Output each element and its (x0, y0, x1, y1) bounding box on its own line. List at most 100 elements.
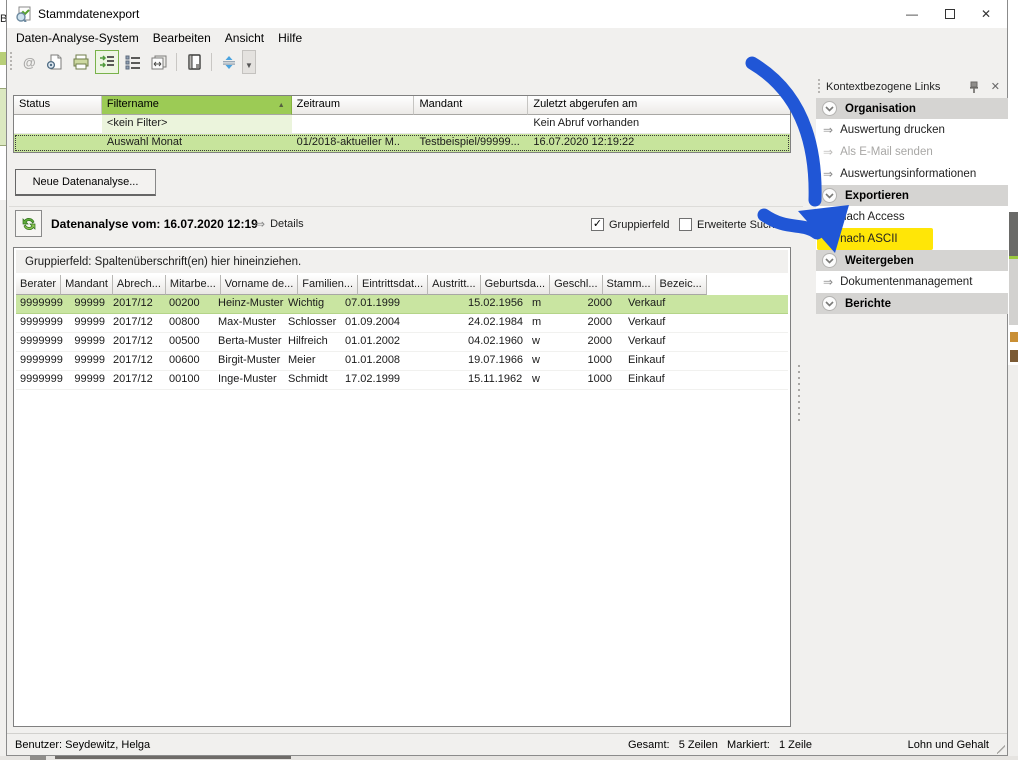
result-table-body: 9999999 99999 2017/12 00200 Heinz-Muster… (16, 295, 788, 390)
collapse-rows-icon[interactable] (217, 50, 241, 74)
table-row[interactable]: 9999999 99999 2017/12 00500 Berta-Muster… (16, 333, 788, 352)
maximize-button[interactable] (933, 0, 967, 28)
menu-ansicht[interactable]: Ansicht (218, 29, 271, 47)
link-arrow-icon: ⇒ (823, 145, 833, 159)
background-fragment (1010, 350, 1018, 362)
details-list-icon[interactable] (95, 50, 119, 74)
table-row[interactable]: 9999999 99999 2017/12 00600 Birgit-Muste… (16, 352, 788, 371)
table-row[interactable]: 9999999 99999 2017/12 00800 Max-Muster S… (16, 314, 788, 333)
table-row[interactable]: 9999999 99999 2017/12 00100 Inge-Muster … (16, 371, 788, 390)
overflow-caret: ▼ (245, 61, 253, 70)
pin-icon[interactable] (968, 80, 980, 94)
app-window: Stammdatenexport — ✕ Daten-Analyse-Syste… (6, 0, 1008, 756)
splitter-handle[interactable] (798, 365, 801, 421)
background-strip-bottom (0, 756, 1018, 760)
sidebar-title: Kontextbezogene Links (826, 81, 940, 93)
filter-row-auswahl-monat[interactable]: Auswahl Monat 01/2018-aktueller M.. Test… (14, 134, 790, 152)
link-arrow-icon: ⇒ (823, 167, 833, 181)
status-module: Lohn und Gehalt (908, 739, 989, 751)
section-weitergeben[interactable]: Weitergeben (816, 250, 1008, 271)
result-table: BeraterMandantAbrech...Mitarbe...Vorname… (16, 275, 788, 390)
link-auswertungsinformationen[interactable]: ⇒ Auswertungsinformationen (816, 163, 1008, 185)
group-by-bar[interactable]: Gruppierfeld: Spaltenüberschrift(en) hie… (16, 250, 788, 273)
link-arrow-icon: ⇒ (255, 217, 265, 231)
link-dokumentenmanagement[interactable]: ⇒ Dokumentenmanagement (816, 271, 1008, 293)
result-column-header[interactable]: Familien... (298, 275, 358, 295)
refresh-button[interactable] (15, 210, 42, 237)
titlebar: Stammdatenexport — ✕ (7, 0, 1007, 28)
menu-hilfe[interactable]: Hilfe (271, 29, 309, 47)
background-fragment (55, 756, 291, 759)
chevron-down-icon (822, 188, 837, 203)
notes-icon[interactable] (182, 50, 206, 74)
menu-bearbeiten[interactable]: Bearbeiten (146, 29, 218, 47)
statusbar: Benutzer: Seydewitz, Helga Gesamt: 5 Zei… (7, 733, 1007, 755)
table-row[interactable]: 9999999 99999 2017/12 00200 Heinz-Muster… (16, 295, 788, 314)
status-user: Benutzer: Seydewitz, Helga (15, 739, 150, 751)
checkbox-unchecked-icon (679, 218, 692, 231)
overflow-icon[interactable]: ▼ (242, 50, 256, 74)
app-icon (16, 6, 32, 22)
background-fragment (1008, 365, 1018, 760)
link-nach-access[interactable]: ⇒ nach Access (816, 206, 1008, 228)
column-header-status[interactable]: Status (14, 96, 102, 115)
link-arrow-icon: ⇒ (823, 123, 833, 137)
details-link[interactable]: ⇒ Details (255, 217, 304, 231)
result-column-header[interactable]: Berater (16, 275, 61, 295)
link-auswertung-drucken[interactable]: ⇒ Auswertung drucken (816, 119, 1008, 141)
result-column-header[interactable]: Eintrittsdat... (358, 275, 428, 295)
column-header-zuletzt-abgerufen[interactable]: Zuletzt abgerufen am (528, 96, 790, 115)
sidebar-header: Kontextbezogene Links ✕ (816, 76, 1008, 98)
list-icon[interactable] (121, 50, 145, 74)
column-header-zeitraum[interactable]: Zeitraum (292, 96, 415, 115)
link-nach-ascii[interactable]: ⇒ nach ASCII (816, 228, 1008, 250)
result-table-header: BeraterMandantAbrech...Mitarbe...Vorname… (16, 275, 788, 295)
refresh-icon (20, 215, 38, 233)
section-organisation[interactable]: Organisation (816, 98, 1008, 119)
background-fragment (1010, 332, 1018, 342)
section-berichte[interactable]: Berichte (816, 293, 1008, 314)
maximize-icon (945, 9, 955, 19)
result-column-header[interactable]: Bezeic... (656, 275, 707, 295)
sidebar-close-icon[interactable]: ✕ (991, 80, 1000, 93)
result-column-header[interactable]: Stamm... (603, 275, 656, 295)
result-column-header[interactable]: Vorname de... (221, 275, 299, 295)
new-analysis-button[interactable]: Neue Datenanalyse... (15, 169, 156, 196)
svg-text:@: @ (23, 55, 36, 70)
column-header-filtername[interactable]: Filtername ▲ (102, 96, 292, 115)
section-exportieren[interactable]: Exportieren (816, 185, 1008, 206)
result-column-header[interactable]: Geburtsda... (481, 275, 551, 295)
link-arrow-icon: ⇒ (823, 275, 833, 289)
sidebar-grip[interactable] (817, 79, 821, 95)
toolbar-grip[interactable] (9, 52, 13, 72)
fit-width-icon[interactable] (147, 50, 171, 74)
screen: B Stammdatenexport — ✕ (0, 0, 1018, 760)
result-column-header[interactable]: Mitarbe... (166, 275, 221, 295)
result-column-header[interactable]: Abrech... (113, 275, 166, 295)
sort-ascending-icon: ▲ (278, 102, 285, 109)
link-arrow-icon: ⇒ (823, 232, 833, 246)
result-column-header[interactable]: Mandant (61, 275, 113, 295)
erweiterte-suche-checkbox[interactable]: Erweiterte Suche (679, 218, 781, 231)
filter-table: Status Filtername ▲ Zeitraum Mandant Zul… (13, 95, 791, 153)
print-icon[interactable] (69, 50, 93, 74)
menu-daten-analyse-system[interactable]: Daten-Analyse-System (9, 29, 146, 47)
link-arrow-icon: ⇒ (823, 210, 833, 224)
checkbox-checked-icon: ✓ (591, 218, 604, 231)
resize-grip[interactable] (995, 743, 1005, 753)
result-column-header[interactable]: Geschl... (550, 275, 602, 295)
close-button[interactable]: ✕ (969, 0, 1003, 28)
gruppierfeld-checkbox[interactable]: ✓ Gruppierfeld (591, 218, 670, 231)
filter-row-kein-filter[interactable]: <kein Filter> Kein Abruf vorhanden (14, 115, 790, 134)
column-header-mandant[interactable]: Mandant (414, 96, 528, 115)
toolbar-separator (211, 53, 212, 71)
window-title: Stammdatenexport (38, 7, 139, 21)
result-column-header[interactable]: Austritt... (428, 275, 480, 295)
preview-icon[interactable] (43, 50, 67, 74)
background-fragment (30, 756, 46, 760)
email-icon[interactable]: @ (17, 50, 41, 74)
minimize-button[interactable]: — (895, 0, 929, 28)
toolbar: @ (7, 48, 1007, 76)
background-fragment (1009, 212, 1018, 256)
analysis-title: Datenanalyse vom: 16.07.2020 12:19 (51, 217, 258, 231)
